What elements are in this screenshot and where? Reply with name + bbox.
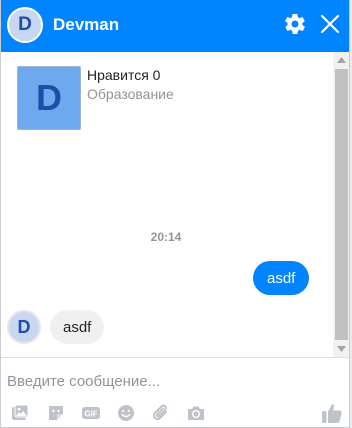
page-avatar[interactable]: D bbox=[7, 7, 43, 43]
chat-widget: D Devman D Нравится 0 Образование 20:14 … bbox=[0, 0, 350, 428]
gear-icon[interactable] bbox=[283, 12, 307, 36]
page-card-avatar[interactable]: D bbox=[17, 66, 81, 130]
message-list: D Нравится 0 Образование 20:14 asdf D as… bbox=[1, 52, 349, 357]
sender-avatar[interactable]: D bbox=[7, 310, 41, 344]
message-timestamp: 20:14 bbox=[150, 230, 182, 244]
scroll-up-icon[interactable] bbox=[333, 52, 349, 68]
gif-icon[interactable]: GIF bbox=[81, 403, 101, 423]
page-category: Образование bbox=[87, 86, 174, 102]
message-scrollbar[interactable] bbox=[333, 52, 349, 357]
scroll-down-icon[interactable] bbox=[333, 341, 349, 357]
chat-header: D Devman bbox=[1, 0, 349, 52]
like-icon[interactable] bbox=[321, 402, 343, 424]
sticker-icon[interactable] bbox=[46, 403, 66, 423]
message-input[interactable] bbox=[7, 366, 343, 396]
image-icon[interactable] bbox=[10, 403, 30, 423]
camera-icon[interactable] bbox=[186, 403, 206, 423]
scrollbar-thumb[interactable] bbox=[335, 69, 348, 340]
close-icon[interactable] bbox=[319, 13, 341, 35]
svg-text:GIF: GIF bbox=[84, 410, 97, 419]
composer-divider bbox=[1, 357, 349, 358]
page-title[interactable]: Devman bbox=[53, 15, 119, 35]
page-likes-count: Нравится 0 bbox=[87, 67, 161, 83]
emoji-icon[interactable] bbox=[116, 403, 136, 423]
attachment-icon[interactable] bbox=[151, 403, 171, 423]
incoming-message[interactable]: asdf bbox=[50, 310, 105, 344]
outgoing-message[interactable]: asdf bbox=[253, 261, 310, 295]
